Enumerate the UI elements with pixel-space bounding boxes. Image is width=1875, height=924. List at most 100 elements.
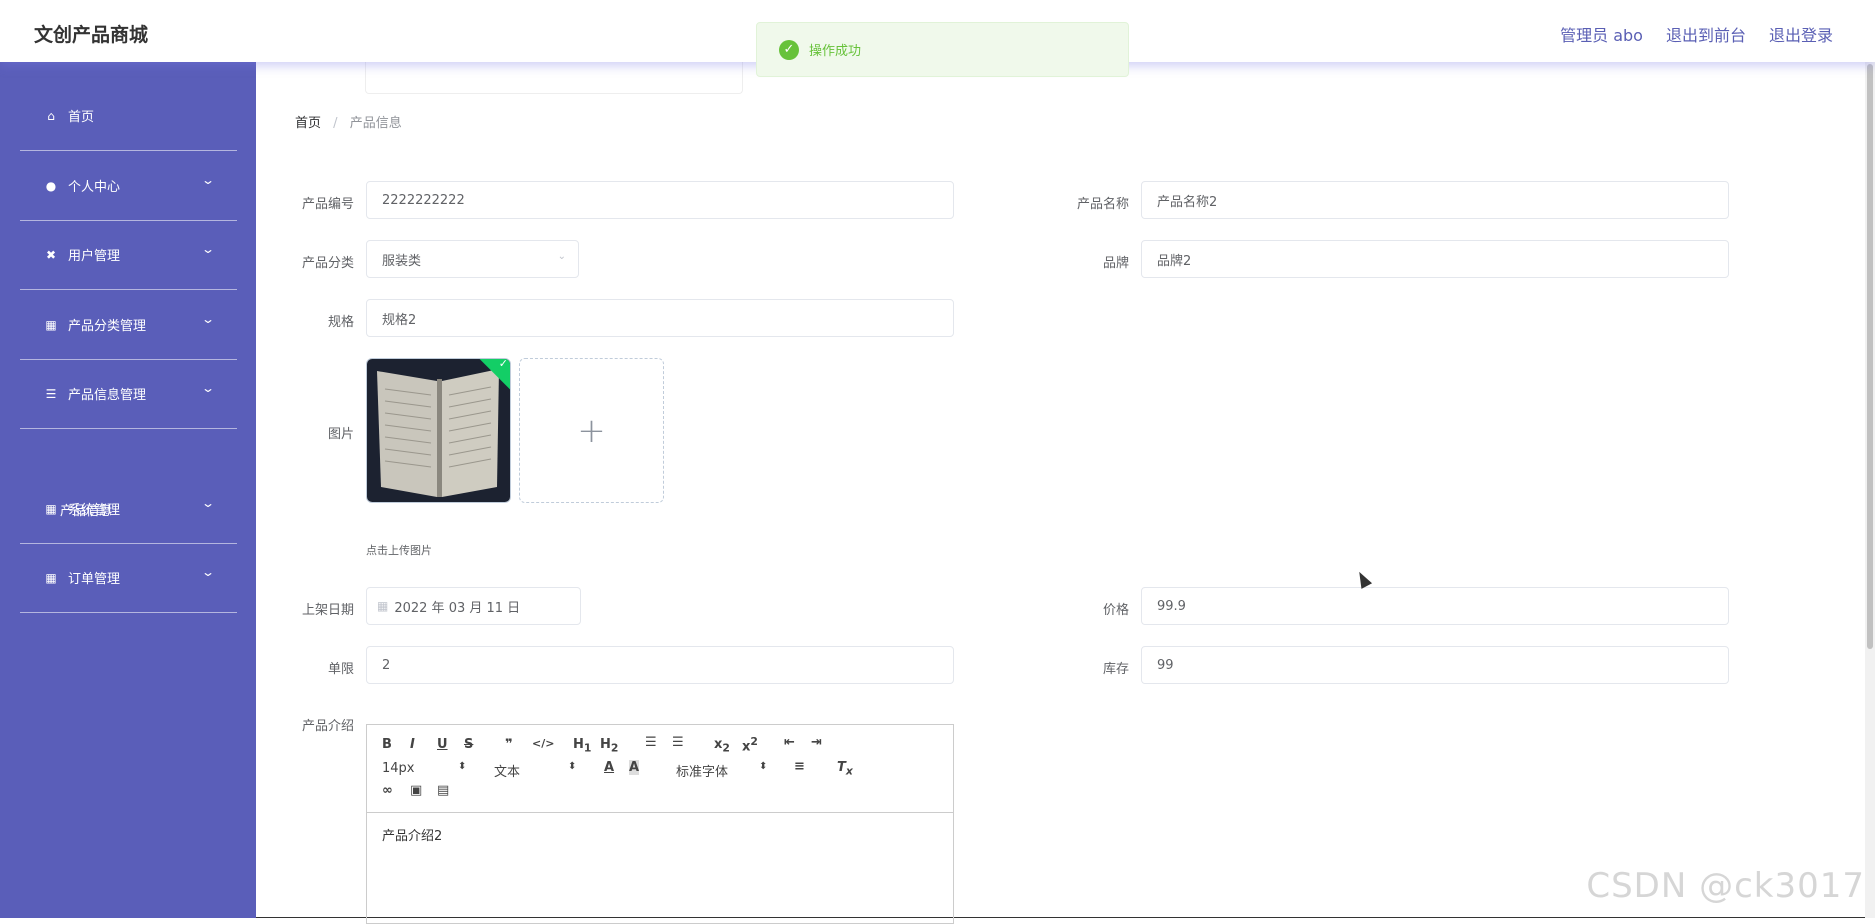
subscript-icon[interactable]: x2 <box>714 737 730 755</box>
back-to-front-link[interactable]: 退出到前台 <box>1666 22 1746 46</box>
brand-title: 文创产品商城 <box>34 20 148 47</box>
select-arrows-icon: ⬍ <box>759 761 767 772</box>
date-label: 上架日期 <box>254 599 354 618</box>
indent-icon[interactable]: ⇥ <box>811 735 822 750</box>
breadcrumb-current: 产品信息 <box>350 116 402 131</box>
product-name-input[interactable]: 产品名称2 <box>1141 181 1729 219</box>
chevron-down-icon: ⌄ <box>201 381 215 395</box>
home-icon: ⌂ <box>44 109 58 123</box>
bullet-list-icon[interactable]: ☰ <box>672 735 684 750</box>
date-value: 2022 年 03 月 11 日 <box>394 597 520 616</box>
spec-input[interactable]: 规格2 <box>366 299 954 337</box>
book-photo <box>367 359 511 503</box>
plus-icon: + <box>577 411 606 451</box>
video-icon[interactable]: ▤ <box>437 783 449 798</box>
sidebar-item-personal-center[interactable]: ● 个人中心 ⌄ <box>20 151 237 221</box>
users-icon: ✖ <box>44 248 58 262</box>
sidebar-item-order-management[interactable]: ▦ 订单管理 ⌄ <box>20 543 237 613</box>
sidebar-item-label: 系统管理 <box>68 499 120 518</box>
editor-content[interactable]: 产品介绍2 <box>367 813 953 856</box>
editor-toolbar: B I U S ❞ </> H1 H2 ☰ ☰ x2 x2 ⇤ ⇥ 14px ⬍… <box>367 725 953 813</box>
sidebar-item-product-management[interactable]: ☰ 产品信息管理 ⌄ <box>20 359 237 429</box>
price-label: 价格 <box>1029 599 1129 618</box>
check-icon: ✓ <box>499 358 508 370</box>
category-label: 产品分类 <box>254 252 354 271</box>
sidebar-item-label: 个人中心 <box>68 176 120 195</box>
chevron-down-icon: ⌄ <box>201 173 215 187</box>
price-input[interactable]: 99.9 <box>1141 587 1729 625</box>
product-no-label: 产品编号 <box>254 193 354 212</box>
category-select[interactable]: 服装类 ⌄ <box>366 240 579 278</box>
image-icon[interactable]: ▣ <box>410 783 422 798</box>
strikethrough-icon[interactable]: S <box>464 737 473 752</box>
intro-label: 产品介绍 <box>254 715 354 734</box>
sidebar-item-label: 用户管理 <box>68 245 120 264</box>
grid-icon: ▦ <box>44 318 58 332</box>
chevron-down-icon: ⌄ <box>201 312 215 326</box>
chevron-down-icon: ⌄ <box>201 565 215 579</box>
grid-icon: ▦ <box>44 571 58 585</box>
sidebar: ⌂ 首页 ● 个人中心 ⌄ ✖ 用户管理 ⌄ ▦ 产品分类管理 ⌄ ☰ 产品信息… <box>0 62 256 918</box>
chevron-down-icon: ⌄ <box>201 242 215 256</box>
category-value: 服装类 <box>382 250 421 269</box>
chevron-down-icon: ⌄ <box>201 496 215 510</box>
sidebar-item-system-management[interactable]: ▦ 系统管理 ⌄ <box>20 474 237 544</box>
code-block-icon[interactable]: </> <box>532 737 554 750</box>
spec-label: 规格 <box>254 311 354 330</box>
sidebar-item-home[interactable]: ⌂ 首页 <box>20 81 237 151</box>
superscript-icon[interactable]: x2 <box>742 735 758 754</box>
product-no-input[interactable]: 2222222222 <box>366 181 954 219</box>
font-family-select[interactable]: 标准字体 <box>676 761 728 780</box>
search-bar-edge <box>365 62 743 94</box>
product-name-label: 产品名称 <box>1029 193 1129 212</box>
link-icon[interactable]: ∞ <box>382 783 393 798</box>
limit-label: 单限 <box>254 658 354 677</box>
logout-link[interactable]: 退出登录 <box>1769 22 1833 46</box>
bold-icon[interactable]: B <box>382 737 392 752</box>
calendar-icon: ▦ <box>377 599 388 613</box>
toast-message: 操作成功 <box>809 40 861 59</box>
sidebar-item-category-management[interactable]: ▦ 产品分类管理 ⌄ <box>20 290 237 360</box>
sidebar-item-user-management[interactable]: ✖ 用户管理 ⌄ <box>20 220 237 290</box>
heading-select[interactable]: 文本 <box>494 761 520 780</box>
sidebar-item-label: 首页 <box>68 106 94 125</box>
blockquote-icon[interactable]: ❞ <box>505 737 513 752</box>
ordered-list-icon[interactable]: ☰ <box>645 735 657 750</box>
heading-1-icon[interactable]: H1 <box>573 737 591 755</box>
heading-2-icon[interactable]: H2 <box>600 737 618 755</box>
watermark: CSDN @ck3017 <box>1586 866 1865 906</box>
sidebar-item-label: 产品分类管理 <box>68 315 146 334</box>
italic-icon[interactable]: I <box>410 737 415 752</box>
outdent-icon[interactable]: ⇤ <box>784 735 795 750</box>
sidebar-item-label: 产品信息管理 <box>68 384 146 403</box>
success-toast: ✓ 操作成功 <box>756 22 1129 77</box>
header-actions: 管理员 abo 退出到前台 退出登录 <box>1560 22 1833 46</box>
date-picker[interactable]: ▦ 2022 年 03 月 11 日 <box>366 587 581 625</box>
image-label: 图片 <box>254 423 354 442</box>
breadcrumb-separator: / <box>333 116 337 131</box>
rich-text-editor: B I U S ❞ </> H1 H2 ☰ ☰ x2 x2 ⇤ ⇥ 14px ⬍… <box>366 724 954 924</box>
upload-tip: 点击上传图片 <box>366 542 432 558</box>
font-color-icon[interactable]: A <box>604 760 614 775</box>
clear-format-icon[interactable]: Tx <box>837 760 853 778</box>
stock-label: 库存 <box>1029 658 1129 677</box>
select-arrows-icon: ⬍ <box>458 761 466 772</box>
limit-input[interactable]: 2 <box>366 646 954 684</box>
upload-add-button[interactable]: + <box>519 358 664 503</box>
list-icon: ☰ <box>44 387 58 401</box>
brand-input[interactable]: 品牌2 <box>1141 240 1729 278</box>
check-circle-icon: ✓ <box>779 40 799 60</box>
grid-icon: ▦ <box>44 502 58 516</box>
breadcrumb-home[interactable]: 首页 <box>295 116 321 131</box>
breadcrumb: 首页 / 产品信息 <box>295 112 402 131</box>
font-size-select[interactable]: 14px <box>382 761 415 776</box>
chevron-down-icon: ⌄ <box>558 251 566 262</box>
sidebar-item-label: 订单管理 <box>68 568 120 587</box>
uploaded-image-thumbnail[interactable]: ✓ <box>366 358 511 503</box>
background-color-icon[interactable]: A <box>629 760 639 775</box>
underline-icon[interactable]: U <box>437 737 448 752</box>
stock-input[interactable]: 99 <box>1141 646 1729 684</box>
admin-user-link[interactable]: 管理员 abo <box>1560 22 1643 46</box>
scrollbar-thumb[interactable] <box>1867 64 1873 649</box>
align-icon[interactable]: ≡ <box>794 759 805 774</box>
